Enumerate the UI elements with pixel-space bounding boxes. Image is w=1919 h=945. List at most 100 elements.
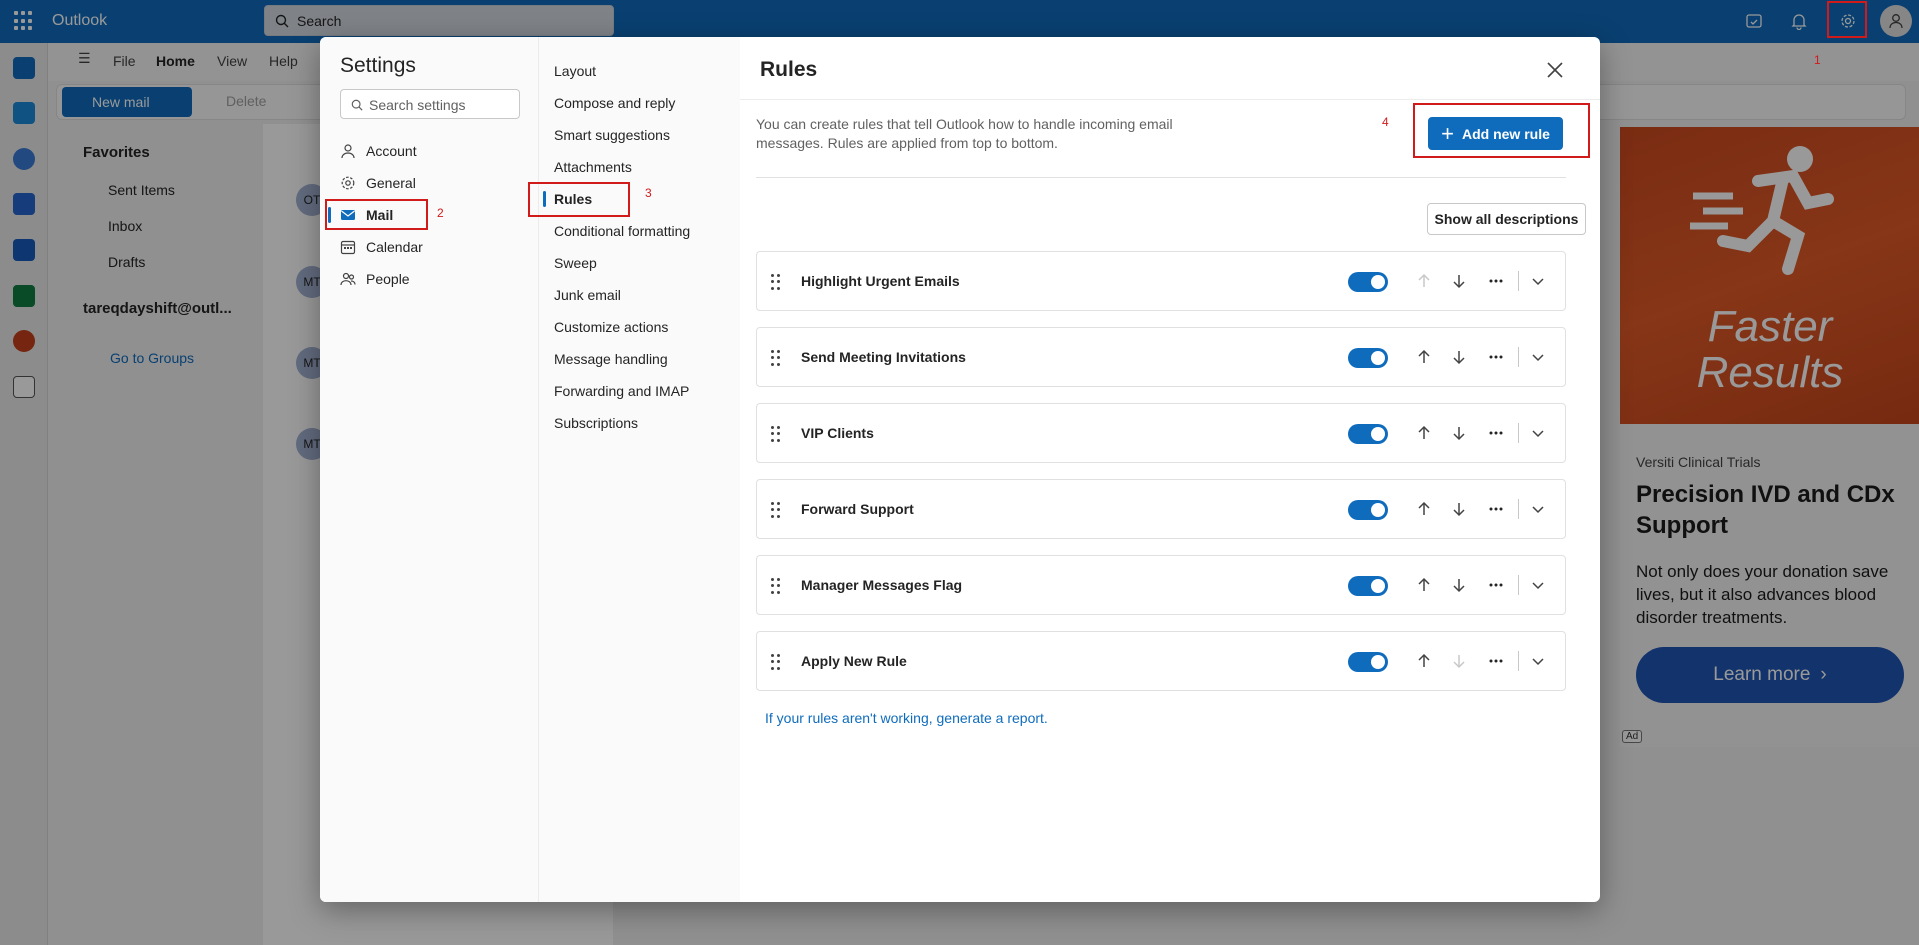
rule-row[interactable]: Apply New Rule	[756, 631, 1566, 691]
people-icon	[340, 271, 356, 287]
row-divider	[1518, 575, 1519, 595]
annotation-box-mail	[325, 199, 428, 230]
move-up-icon[interactable]	[1413, 650, 1435, 672]
section-divider	[756, 177, 1566, 178]
rule-row[interactable]: Send Meeting Invitations	[756, 327, 1566, 387]
rule-enabled-toggle[interactable]	[1348, 500, 1388, 520]
chevron-down-icon[interactable]	[1527, 498, 1549, 520]
search-icon	[351, 99, 363, 111]
move-down-icon[interactable]	[1448, 270, 1470, 292]
subcategory-subscriptions[interactable]: Subscriptions	[554, 415, 638, 431]
row-divider	[1518, 347, 1519, 367]
drag-handle-icon[interactable]	[771, 274, 781, 290]
rule-name: Highlight Urgent Emails	[801, 273, 960, 289]
rule-name: Apply New Rule	[801, 653, 907, 669]
category-calendar[interactable]: Calendar	[340, 234, 520, 260]
drag-handle-icon[interactable]	[771, 502, 781, 518]
rule-row[interactable]: Highlight Urgent Emails	[756, 251, 1566, 311]
chevron-down-icon[interactable]	[1527, 346, 1549, 368]
move-down-icon[interactable]	[1448, 346, 1470, 368]
settings-search-input[interactable]: Search settings	[340, 89, 520, 119]
more-options-icon[interactable]	[1485, 422, 1507, 444]
drag-handle-icon[interactable]	[771, 578, 781, 594]
subcategory-compose-and-reply[interactable]: Compose and reply	[554, 95, 675, 111]
category-people[interactable]: People	[340, 266, 520, 292]
generate-report-link[interactable]: If your rules aren't working, generate a…	[765, 710, 1048, 726]
drag-handle-icon[interactable]	[771, 654, 781, 670]
calendar-icon	[340, 239, 356, 255]
rule-enabled-toggle[interactable]	[1348, 652, 1388, 672]
category-label: Calendar	[366, 239, 423, 255]
subcategory-layout[interactable]: Layout	[554, 63, 596, 79]
rule-name: Send Meeting Invitations	[801, 349, 966, 365]
row-divider	[1518, 271, 1519, 291]
chevron-down-icon[interactable]	[1527, 270, 1549, 292]
annotation-label: 3	[645, 186, 652, 200]
more-options-icon[interactable]	[1485, 270, 1507, 292]
category-label: Account	[366, 143, 417, 159]
header-divider	[740, 99, 1600, 100]
move-down-icon[interactable]	[1448, 574, 1470, 596]
move-up-icon[interactable]	[1413, 574, 1435, 596]
subcategory-forwarding-and-imap[interactable]: Forwarding and IMAP	[554, 383, 689, 399]
rule-enabled-toggle[interactable]	[1348, 576, 1388, 596]
subcategory-conditional-formatting[interactable]: Conditional formatting	[554, 223, 690, 239]
category-label: General	[366, 175, 416, 191]
row-divider	[1518, 423, 1519, 443]
chevron-down-icon[interactable]	[1527, 422, 1549, 444]
rules-panel: Rules You can create rules that tell Out…	[740, 37, 1600, 902]
drag-handle-icon[interactable]	[771, 350, 781, 366]
move-up-icon[interactable]	[1413, 498, 1435, 520]
gear-icon	[340, 175, 356, 191]
subcategory-message-handling[interactable]: Message handling	[554, 351, 668, 367]
annotation-box-settings	[1827, 1, 1867, 38]
settings-category-nav: Settings Search settings Account General…	[320, 37, 539, 902]
settings-search-placeholder: Search settings	[369, 97, 466, 113]
rule-row[interactable]: Forward Support	[756, 479, 1566, 539]
rule-enabled-toggle[interactable]	[1348, 272, 1388, 292]
more-options-icon[interactable]	[1485, 346, 1507, 368]
annotation-box-add-rule	[1413, 103, 1590, 158]
more-options-icon[interactable]	[1485, 498, 1507, 520]
chevron-down-icon[interactable]	[1527, 650, 1549, 672]
annotation-label: 4	[1382, 115, 1389, 129]
annotation-label: 1	[1814, 53, 1821, 67]
rule-row[interactable]: Manager Messages Flag	[756, 555, 1566, 615]
rule-enabled-toggle[interactable]	[1348, 348, 1388, 368]
move-up-icon	[1413, 270, 1435, 292]
settings-title: Settings	[340, 54, 416, 77]
settings-dialog: Settings Search settings Account General…	[320, 37, 1600, 902]
subcategory-sweep[interactable]: Sweep	[554, 255, 597, 271]
drag-handle-icon[interactable]	[771, 426, 781, 442]
rules-description: You can create rules that tell Outlook h…	[756, 116, 1173, 151]
move-down-icon[interactable]	[1448, 422, 1470, 444]
close-button[interactable]	[1540, 55, 1570, 85]
chevron-down-icon[interactable]	[1527, 574, 1549, 596]
rule-name: VIP Clients	[801, 425, 874, 441]
move-up-icon[interactable]	[1413, 346, 1435, 368]
more-options-icon[interactable]	[1485, 650, 1507, 672]
category-label: People	[366, 271, 410, 287]
rule-enabled-toggle[interactable]	[1348, 424, 1388, 444]
subcategory-customize-actions[interactable]: Customize actions	[554, 319, 668, 335]
category-general[interactable]: General	[340, 170, 520, 196]
row-divider	[1518, 651, 1519, 671]
rule-name: Manager Messages Flag	[801, 577, 963, 593]
subcategory-attachments[interactable]: Attachments	[554, 159, 632, 175]
show-all-descriptions-button[interactable]: Show all descriptions	[1427, 203, 1586, 235]
move-down-icon	[1448, 650, 1470, 672]
subcategory-smart-suggestions[interactable]: Smart suggestions	[554, 127, 670, 143]
close-icon	[1547, 62, 1563, 78]
person-icon	[340, 143, 356, 159]
annotation-label: 2	[437, 206, 444, 220]
subcategory-junk-email[interactable]: Junk email	[554, 287, 621, 303]
category-account[interactable]: Account	[340, 138, 520, 164]
rule-row[interactable]: VIP Clients	[756, 403, 1566, 463]
move-up-icon[interactable]	[1413, 422, 1435, 444]
annotation-box-rules	[528, 182, 630, 217]
move-down-icon[interactable]	[1448, 498, 1470, 520]
page-title: Rules	[760, 58, 818, 81]
more-options-icon[interactable]	[1485, 574, 1507, 596]
row-divider	[1518, 499, 1519, 519]
rule-name: Forward Support	[801, 501, 914, 517]
